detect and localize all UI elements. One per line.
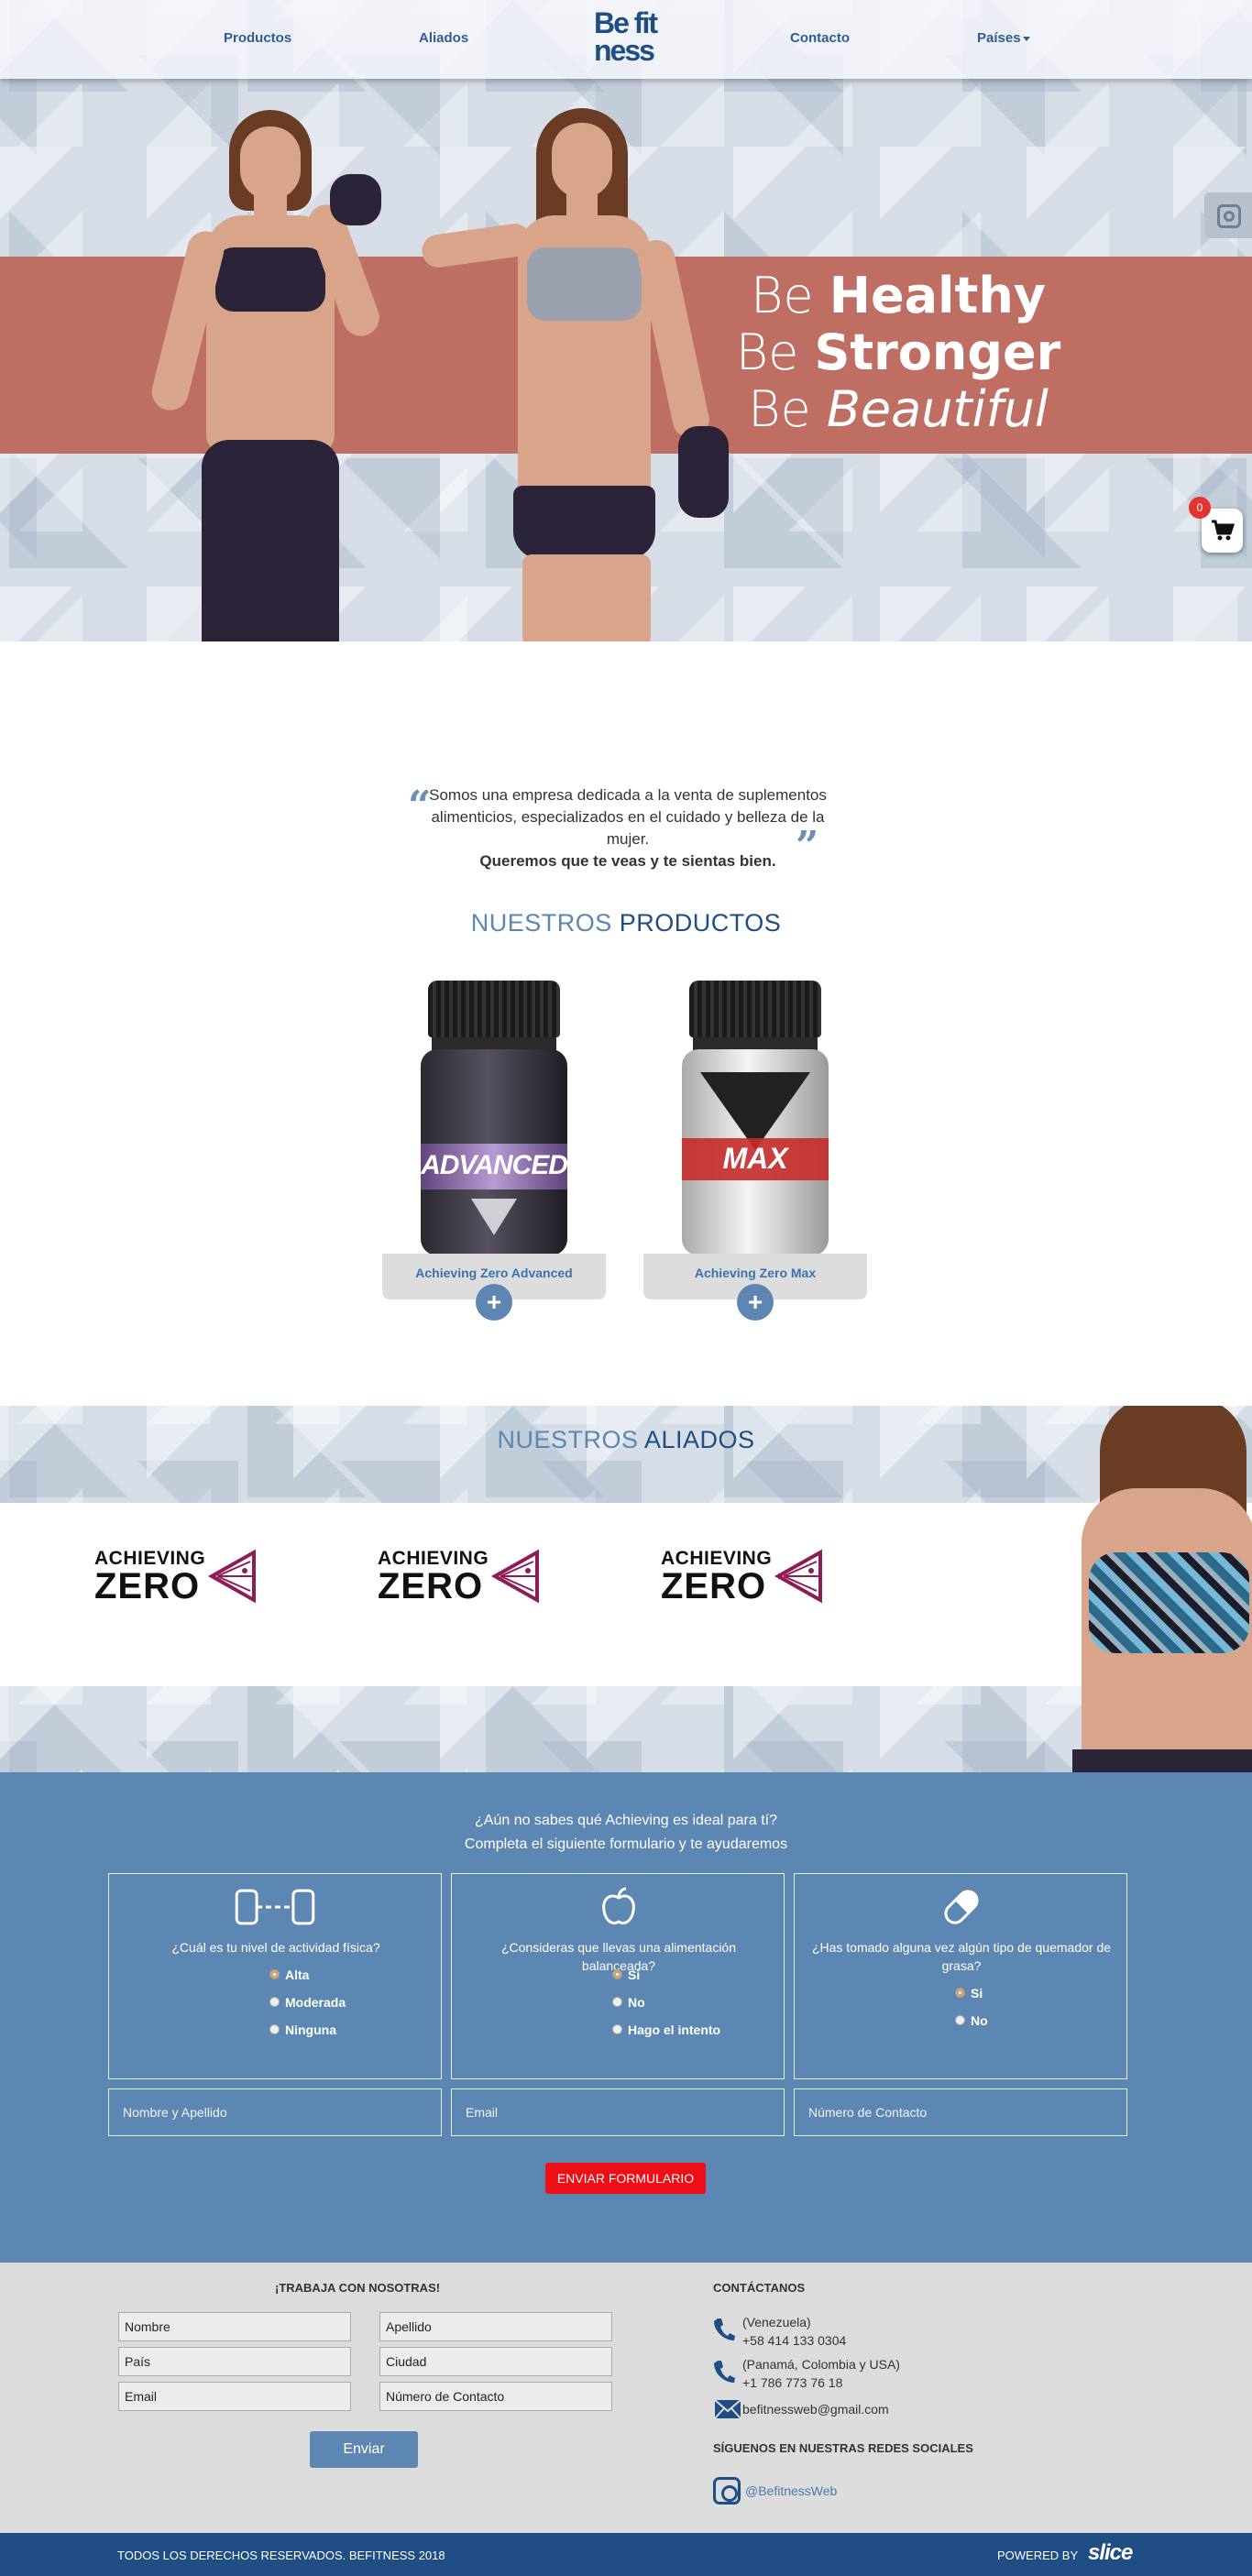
product-card-advanced[interactable]: ADVANCED Achieving Zero Advanced +: [382, 976, 606, 1324]
work-pais-input[interactable]: [118, 2347, 351, 2376]
product-image-advanced: ADVANCED: [421, 981, 568, 1255]
mail-icon: [714, 2399, 741, 2419]
work-ciudad-input[interactable]: [379, 2347, 612, 2376]
achieving-zero-emblem-icon: [490, 1549, 539, 1604]
aliados-model-image: [1045, 1406, 1252, 1772]
submit-form-button[interactable]: ENVIAR FORMULARIO: [545, 2163, 706, 2194]
tagline-line-1: Be Healthy: [751, 267, 1046, 324]
dumbbell-icon: [235, 1889, 315, 1925]
contact-email[interactable]: befitnessweb@gmail.com: [742, 2400, 889, 2418]
contact-venezuela: (Venezuela) +58 414 133 0304: [742, 2315, 847, 2348]
top-navbar: Productos Aliados Be fit ness Contacto P…: [0, 0, 1252, 79]
hero-model-right: [420, 101, 752, 641]
radio-si[interactable]: Si: [955, 1986, 983, 2001]
befitness-logo[interactable]: Be fit ness: [594, 8, 664, 70]
product-card-max[interactable]: MAX Achieving Zero Max +: [643, 976, 867, 1324]
work-with-us-title: ¡TRABAJA CON NOSOTRAS!: [275, 2281, 441, 2295]
intro-text: Somos una empresa dedicada a la venta de…: [429, 786, 827, 870]
add-product-button[interactable]: +: [737, 1284, 774, 1321]
nav-contacto[interactable]: Contacto: [790, 30, 850, 46]
work-submit-button[interactable]: Enviar: [310, 2431, 418, 2468]
radio-hago-el-intento[interactable]: Hago el intento: [612, 2022, 720, 2037]
question-fat-burner: ¿Has tomado alguna vez algún tipo de que…: [794, 1873, 1127, 2079]
radio-si[interactable]: Si: [612, 1968, 640, 1982]
nav-productos[interactable]: Productos: [224, 30, 291, 46]
radio-ninguna[interactable]: Ninguna: [269, 2022, 336, 2037]
radio-no[interactable]: No: [955, 2013, 988, 2028]
caret-down-icon: [1022, 36, 1030, 41]
work-apellido-input[interactable]: [379, 2312, 612, 2341]
quiz-heading: ¿Aún no sabes qué Achieving es ideal par…: [464, 1813, 788, 1852]
achieving-zero-emblem-icon: [774, 1549, 822, 1604]
social-title: SÍGUENOS EN NUESTRAS REDES SOCIALES: [713, 2441, 973, 2455]
hero-tagline: Be Healthy Be Stronger Be Beautiful: [733, 268, 1063, 438]
instagram-link[interactable]: @BefitnessWeb: [745, 2483, 837, 2498]
cart-count-badge: 0: [1189, 497, 1211, 519]
name-field[interactable]: [108, 2088, 442, 2136]
close-quote-icon: ”: [796, 823, 819, 870]
tagline-line-2: Be Stronger: [735, 323, 1061, 381]
tagline-line-3: Be Beautiful: [748, 380, 1049, 438]
radio-moderada[interactable]: Moderada: [269, 1995, 346, 2010]
question-activity: ¿Cuál es tu nivel de actividad física? A…: [108, 1873, 442, 2079]
intro-bold: Queremos que te veas y te sientas bien.: [479, 852, 776, 870]
radio-alta[interactable]: Alta: [269, 1968, 309, 1982]
nav-aliados[interactable]: Aliados: [419, 30, 468, 46]
email-field[interactable]: [451, 2088, 785, 2136]
add-product-button[interactable]: +: [476, 1284, 512, 1321]
contact-panama-colombia-usa: (Panamá, Colombia y USA) +1 786 773 76 1…: [742, 2357, 900, 2390]
instagram-icon[interactable]: [713, 2477, 741, 2505]
hero-banner: Be Healthy Be Stronger Be Beautiful: [0, 0, 1252, 641]
ally-logo-achieving-zero[interactable]: ACHIEVING ZERO: [94, 1549, 256, 1606]
product-image-max: MAX: [682, 981, 829, 1255]
hero-model-left: [148, 101, 399, 641]
work-email-input[interactable]: [118, 2382, 351, 2411]
ally-logo-achieving-zero[interactable]: ACHIEVING ZERO: [661, 1549, 822, 1606]
contact-title: CONTÁCTANOS: [713, 2281, 806, 2295]
cart-icon: [1212, 520, 1235, 541]
achieving-zero-emblem-icon: [207, 1549, 256, 1604]
question-diet: ¿Consideras que llevas una alimentación …: [451, 1873, 785, 2079]
products-title: NUESTROS PRODUCTOS: [470, 909, 782, 937]
radio-no[interactable]: No: [612, 1995, 645, 2010]
work-nombre-input[interactable]: [118, 2312, 351, 2341]
phone-icon: [714, 2318, 735, 2340]
phone-field[interactable]: [794, 2088, 1127, 2136]
quiz-form-section: ¿Aún no sabes qué Achieving es ideal par…: [0, 1772, 1252, 2263]
copyright-text: TODOS LOS DERECHOS RESERVADOS. BEFITNESS…: [117, 2549, 445, 2562]
footer-section: ¡TRABAJA CON NOSOTRAS! Enviar CONTÁCTANO…: [0, 2263, 1252, 2533]
apple-icon: [602, 1887, 635, 1924]
work-numero-input[interactable]: [379, 2382, 612, 2411]
pill-icon: [944, 1890, 979, 1924]
ally-logo-achieving-zero[interactable]: ACHIEVING ZERO: [378, 1549, 539, 1606]
copyright-bar: TODOS LOS DERECHOS RESERVADOS. BEFITNESS…: [0, 2533, 1252, 2576]
phone-icon: [714, 2361, 735, 2383]
nav-paises-dropdown[interactable]: Países: [977, 30, 1030, 46]
slice-logo[interactable]: slice: [1088, 2540, 1133, 2566]
instagram-side-button[interactable]: [1204, 192, 1252, 238]
instagram-icon: [1217, 204, 1241, 228]
powered-by-text: POWERED BY: [997, 2549, 1079, 2562]
